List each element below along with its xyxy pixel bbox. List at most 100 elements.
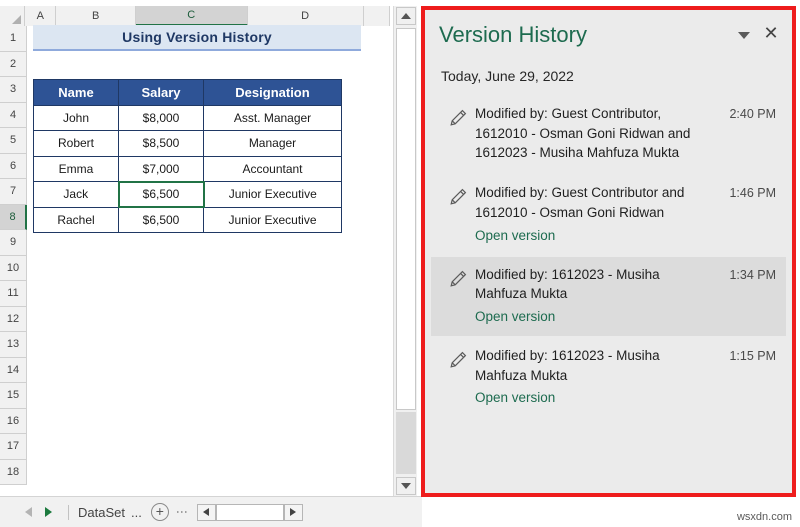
triangle-left-icon: [24, 507, 32, 517]
horizontal-scrollbar[interactable]: [196, 503, 303, 521]
triangle-left-icon: [203, 508, 210, 516]
cell-name[interactable]: Robert: [33, 130, 119, 157]
horizontal-scrollbar-thumb[interactable]: [215, 503, 284, 521]
row-header-2[interactable]: 2: [0, 51, 27, 77]
cell-salary-selected[interactable]: $6,500: [117, 180, 205, 208]
cell-name[interactable]: Jack: [33, 181, 119, 208]
cell-salary[interactable]: $8,500: [118, 130, 204, 157]
version-description: Modified by: Guest Contributor and 16120…: [475, 185, 685, 220]
sheet-tab-dataset[interactable]: DataSet: [78, 505, 125, 520]
open-version-link[interactable]: Open version: [475, 309, 555, 324]
cell-designation[interactable]: Junior Executive: [203, 206, 342, 233]
scroll-left-button[interactable]: [196, 503, 216, 521]
chevron-down-icon[interactable]: [738, 32, 750, 39]
pencil-icon: [441, 265, 475, 326]
vertical-scrollbar-track[interactable]: [396, 412, 416, 474]
table-row: Emma $7,000 Accountant: [33, 155, 342, 182]
version-timestamp: 1:46 PM: [729, 186, 776, 201]
row-header-17[interactable]: 17: [0, 434, 27, 460]
scroll-up-button[interactable]: [396, 7, 416, 25]
column-header-row: A B C D: [0, 6, 390, 26]
cell-designation[interactable]: Asst. Manager: [203, 104, 342, 131]
version-body: Modified by: 1612023 - Musiha Mahfuza Mu…: [475, 265, 718, 326]
row-header-4[interactable]: 4: [0, 102, 27, 128]
close-icon[interactable]: ✕: [760, 23, 782, 45]
version-timestamp: 2:40 PM: [729, 107, 776, 121]
cell-designation[interactable]: Manager: [203, 130, 342, 157]
spreadsheet-area: A B C D 1 2 3 4 5 6 7 8 9 10 11 12 13 14…: [0, 0, 422, 527]
divider: [68, 504, 69, 520]
version-history-highlight-frame: Version History ✕ Today, June 29, 2022 M…: [421, 6, 796, 497]
row-header-15[interactable]: 15: [0, 383, 27, 409]
scroll-right-button[interactable]: [283, 503, 303, 521]
row-header-18[interactable]: 18: [0, 459, 27, 485]
cell-name[interactable]: John: [33, 104, 119, 131]
cell-designation[interactable]: Junior Executive: [203, 181, 342, 208]
previous-sheet-button[interactable]: [18, 502, 38, 522]
table-row: Rachel $6,500 Junior Executive: [33, 206, 342, 233]
cell-salary[interactable]: $8,000: [118, 104, 204, 131]
list-item-selected[interactable]: Modified by: 1612023 - Musiha Mahfuza Mu…: [431, 256, 786, 336]
column-header-a[interactable]: A: [25, 6, 57, 26]
next-sheet-button[interactable]: [38, 502, 58, 522]
column-header-e[interactable]: [363, 6, 390, 26]
cell-name[interactable]: Emma: [33, 155, 119, 182]
list-item[interactable]: Modified by: 1612023 - Musiha Mahfuza Mu…: [431, 338, 786, 417]
pencil-icon: [441, 346, 475, 407]
column-header-b[interactable]: B: [56, 6, 136, 26]
triangle-right-icon: [44, 507, 52, 517]
row-header-9[interactable]: 9: [0, 230, 27, 256]
version-body: Modified by: 1612023 - Musiha Mahfuza Mu…: [475, 346, 718, 407]
panel-header: Version History ✕: [425, 10, 792, 62]
row-header-8[interactable]: 8: [0, 204, 27, 230]
row-header-1[interactable]: 1: [0, 26, 27, 52]
row-header-11[interactable]: 11: [0, 281, 27, 307]
row-header-7[interactable]: 7: [0, 179, 27, 205]
table-header-name[interactable]: Name: [33, 79, 119, 106]
table-header-designation[interactable]: Designation: [203, 79, 342, 106]
column-header-c[interactable]: C: [135, 6, 248, 26]
scroll-down-button[interactable]: [396, 477, 416, 495]
row-header-10[interactable]: 10: [0, 255, 27, 281]
sheet-title-cell[interactable]: Using Version History: [33, 25, 361, 51]
table-row: Robert $8,500 Manager: [33, 130, 342, 157]
row-header-16[interactable]: 16: [0, 408, 27, 434]
panel-title: Version History: [439, 22, 587, 47]
pencil-icon: [441, 183, 475, 244]
select-all-corner[interactable]: [0, 6, 26, 26]
employee-data-table: Name Salary Designation John $8,000 Asst…: [33, 79, 342, 233]
row-header-14[interactable]: 14: [0, 357, 27, 383]
vertical-scrollbar[interactable]: [393, 6, 417, 496]
cell-salary[interactable]: $7,000: [118, 155, 204, 182]
open-version-link[interactable]: Open version: [475, 390, 555, 405]
watermark: wsxdn.com: [736, 511, 792, 523]
select-all-triangle-icon: [12, 15, 22, 24]
row-header-13[interactable]: 13: [0, 332, 27, 358]
row-header-12[interactable]: 12: [0, 306, 27, 332]
column-header-d[interactable]: D: [247, 6, 364, 26]
version-description: Modified by: 1612023 - Musiha Mahfuza Mu…: [475, 347, 660, 383]
row-header-3[interactable]: 3: [0, 77, 27, 103]
version-description: Modified by: Guest Contributor, 1612010 …: [475, 106, 691, 161]
triangle-down-icon: [401, 483, 411, 489]
version-body: Modified by: Guest Contributor, 1612010 …: [475, 104, 718, 163]
table-header-salary[interactable]: Salary: [118, 79, 204, 106]
sheet-options-kebab-icon[interactable]: ⋮: [175, 506, 189, 518]
table-row: John $8,000 Asst. Manager: [33, 104, 342, 131]
table-header-row: Name Salary Designation: [33, 79, 342, 106]
row-header-5[interactable]: 5: [0, 128, 27, 154]
list-item[interactable]: Modified by: Guest Contributor and 16120…: [431, 175, 786, 254]
add-sheet-button[interactable]: +: [150, 503, 169, 521]
cell-designation[interactable]: Accountant: [203, 155, 342, 182]
list-item[interactable]: Modified by: Guest Contributor, 1612010 …: [431, 96, 786, 173]
vertical-scrollbar-thumb[interactable]: [396, 28, 416, 410]
version-list: Modified by: Guest Contributor, 1612010 …: [425, 96, 792, 417]
cell-name[interactable]: Rachel: [33, 206, 119, 233]
open-version-link[interactable]: Open version: [475, 228, 555, 243]
sheet-tab-bar: DataSet ... + ⋮: [0, 496, 422, 527]
cell-salary[interactable]: $6,500: [118, 206, 204, 233]
triangle-up-icon: [401, 13, 411, 19]
row-header-column: 1 2 3 4 5 6 7 8 9 10 11 12 13 14 15 16 1…: [0, 26, 27, 485]
row-header-6[interactable]: 6: [0, 153, 27, 179]
pencil-icon: [441, 104, 475, 163]
